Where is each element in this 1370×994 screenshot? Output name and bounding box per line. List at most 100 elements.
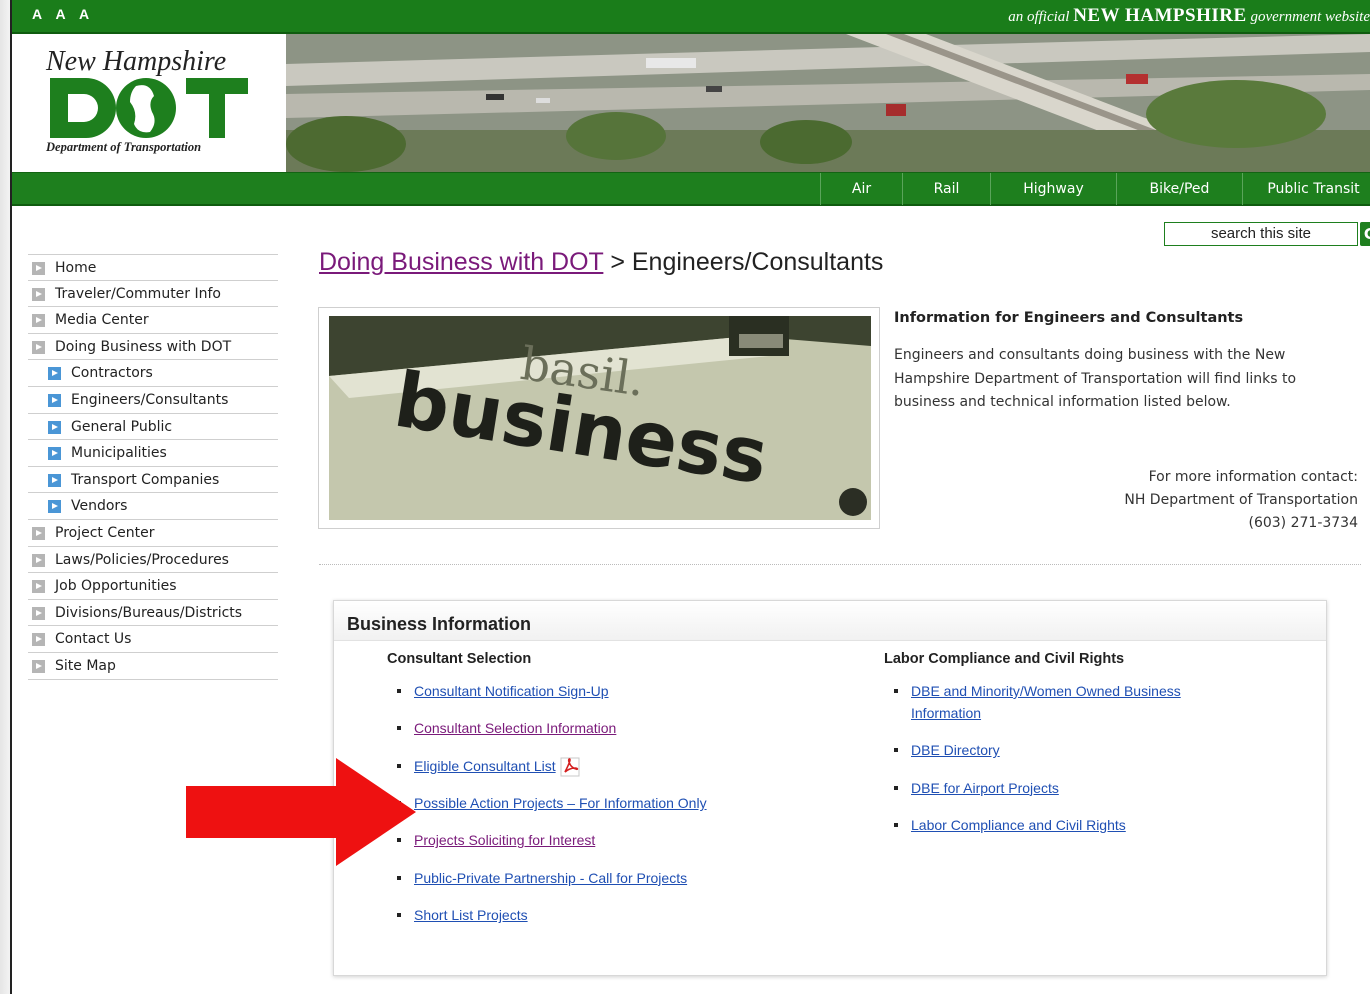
arrow-bullet-icon — [32, 526, 45, 540]
leftnav-label: Project Center — [55, 524, 155, 541]
leftnav-label: General Public — [71, 418, 173, 435]
leftnav-label: Engineers/Consultants — [71, 391, 229, 408]
list-item: DBE and Minority/Women Owned Business In… — [884, 680, 1224, 724]
logo-script-text: New Hampshire — [46, 46, 227, 77]
list-item: Possible Action Projects – For Informati… — [387, 792, 807, 814]
consultant-notification-signup-link[interactable]: Consultant Notification Sign-Up — [414, 683, 609, 699]
arrow-bullet-icon — [32, 314, 45, 328]
arrow-bullet-icon — [48, 473, 61, 487]
leftnav-general-public[interactable]: General Public — [28, 414, 278, 441]
arrow-bullet-icon — [48, 500, 61, 514]
leftnav-project-center[interactable]: Project Center — [28, 520, 278, 547]
dbe-airport-projects-link[interactable]: DBE for Airport Projects — [911, 780, 1059, 796]
consultant-selection-heading: Consultant Selection — [387, 651, 532, 667]
public-private-partnership-link[interactable]: Public-Private Partnership - Call for Pr… — [414, 870, 687, 886]
leftnav-label: Media Center — [55, 312, 149, 329]
leftnav-media-center[interactable]: Media Center — [28, 307, 278, 334]
text-size-small[interactable]: A — [32, 6, 42, 22]
top-bar: A A A an official NEW HAMPSHIRE governme… — [12, 0, 1370, 34]
leftnav-engineers-consultants[interactable]: Engineers/Consultants — [28, 387, 278, 414]
list-item: Consultant Selection Information — [387, 717, 807, 739]
leftnav-label: Doing Business with DOT — [55, 338, 232, 355]
dot-logo-icon — [50, 78, 248, 138]
leftnav-transport-companies[interactable]: Transport Companies — [28, 467, 278, 494]
labor-compliance-links: DBE and Minority/Women Owned Business In… — [884, 680, 1224, 851]
eligible-consultant-list-link[interactable]: Eligible Consultant List — [414, 758, 556, 774]
main-navigation: Air Rail Highway Bike/Ped Public Transit — [12, 172, 1370, 206]
business-photo-illustration: basil. business — [329, 316, 871, 520]
leftnav-job-opportunities[interactable]: Job Opportunities — [28, 573, 278, 600]
arrow-bullet-icon — [48, 420, 61, 434]
arrow-bullet-icon — [32, 580, 45, 594]
arrow-bullet-icon — [48, 393, 61, 407]
breadcrumb-parent-link[interactable]: Doing Business with DOT — [319, 248, 603, 276]
list-item: Projects Soliciting for Interest — [387, 829, 807, 851]
nhdot-logo[interactable]: New Hampshire Department of Transportati… — [42, 46, 262, 161]
leftnav-label: Laws/Policies/Procedures — [55, 551, 229, 568]
pdf-icon — [560, 757, 580, 777]
arrow-bullet-icon — [32, 287, 45, 301]
nav-bike-ped[interactable]: Bike/Ped — [1116, 173, 1242, 205]
dbe-directory-link[interactable]: DBE Directory — [911, 742, 1000, 758]
labor-compliance-civil-rights-link[interactable]: Labor Compliance and Civil Rights — [911, 817, 1126, 833]
leftnav-doing-business[interactable]: Doing Business with DOT — [28, 334, 278, 361]
labor-compliance-heading: Labor Compliance and Civil Rights — [884, 651, 1125, 667]
leftnav-municipalities[interactable]: Municipalities — [28, 440, 278, 467]
leftnav-laws-policies[interactable]: Laws/Policies/Procedures — [28, 547, 278, 574]
leftnav-vendors[interactable]: Vendors — [28, 493, 278, 520]
leftnav-label: Contractors — [71, 365, 153, 382]
red-arrow-annotation — [186, 758, 416, 866]
consultant-selection-links: Consultant Notification Sign-Up Consulta… — [387, 680, 807, 941]
text-size-large[interactable]: A — [79, 6, 89, 22]
arrow-bullet-icon — [32, 553, 45, 567]
leftnav-contractors[interactable]: Contractors — [28, 360, 278, 387]
leftnav-site-map[interactable]: Site Map — [28, 653, 278, 680]
leftnav-home[interactable]: Home — [28, 254, 278, 281]
contact-phone: (603) 271-3734 — [1248, 515, 1359, 531]
arrow-bullet-icon — [32, 633, 45, 647]
search-go-button[interactable]: G — [1360, 222, 1370, 246]
banner-illustration — [286, 34, 1370, 172]
nav-air[interactable]: Air — [820, 173, 902, 205]
browser-page: A A A an official NEW HAMPSHIRE governme… — [10, 0, 1370, 994]
leftnav-label: Site Map — [55, 657, 116, 674]
nav-rail[interactable]: Rail — [902, 173, 990, 205]
highway-banner-photo — [286, 34, 1370, 172]
projects-soliciting-interest-link[interactable]: Projects Soliciting for Interest — [414, 832, 595, 848]
business-information-box: Business Information Consultant Selectio… — [333, 600, 1327, 976]
leftnav-label: Divisions/Bureaus/Districts — [55, 604, 243, 621]
dbe-minority-women-business-link[interactable]: DBE and Minority/Women Owned Business In… — [911, 683, 1181, 721]
leftnav-contact-us[interactable]: Contact Us — [28, 626, 278, 653]
possible-action-projects-link[interactable]: Possible Action Projects – For Informati… — [414, 795, 707, 811]
search-input[interactable]: search this site — [1164, 222, 1358, 246]
outer-margin — [0, 0, 10, 994]
list-item: DBE Directory — [884, 739, 1224, 761]
list-item: Eligible Consultant List — [387, 755, 807, 777]
nav-highway[interactable]: Highway — [990, 173, 1116, 205]
contact-line-1: For more information contact: — [1148, 469, 1358, 485]
arrow-bullet-icon — [32, 659, 45, 673]
short-list-projects-link[interactable]: Short List Projects — [414, 907, 528, 923]
business-information-title: Business Information — [334, 601, 1326, 641]
official-government-banner: an official NEW HAMPSHIRE government web… — [1008, 5, 1370, 27]
breadcrumb-current: Engineers/Consultants — [631, 248, 884, 276]
info-title: Information for Engineers and Consultant… — [894, 310, 1244, 326]
list-item: Public-Private Partnership - Call for Pr… — [387, 867, 807, 889]
nav-public-transit[interactable]: Public Transit — [1242, 173, 1370, 205]
arrow-bullet-icon — [48, 447, 61, 461]
leftnav-label: Contact Us — [55, 631, 132, 648]
text-size-medium[interactable]: A — [56, 6, 66, 22]
arrow-bullet-icon — [32, 262, 45, 275]
consultant-selection-information-link[interactable]: Consultant Selection Information — [414, 720, 616, 736]
info-body: Engineers and consultants doing business… — [894, 347, 1297, 410]
leftnav-traveler-commuter-info[interactable]: Traveler/Commuter Info — [28, 281, 278, 308]
left-navigation: Home Traveler/Commuter Info Media Center… — [28, 254, 278, 680]
site-header: New Hampshire Department of Transportati… — [12, 34, 1370, 172]
list-item: Labor Compliance and Civil Rights — [884, 814, 1224, 836]
leftnav-label: Transport Companies — [71, 471, 220, 488]
leftnav-label: Traveler/Commuter Info — [55, 285, 221, 302]
breadcrumb: Doing Business with DOT > Engineers/Cons… — [319, 248, 883, 277]
arrow-bullet-icon — [32, 340, 45, 354]
arrow-bullet-icon — [48, 367, 61, 381]
leftnav-divisions[interactable]: Divisions/Bureaus/Districts — [28, 600, 278, 627]
